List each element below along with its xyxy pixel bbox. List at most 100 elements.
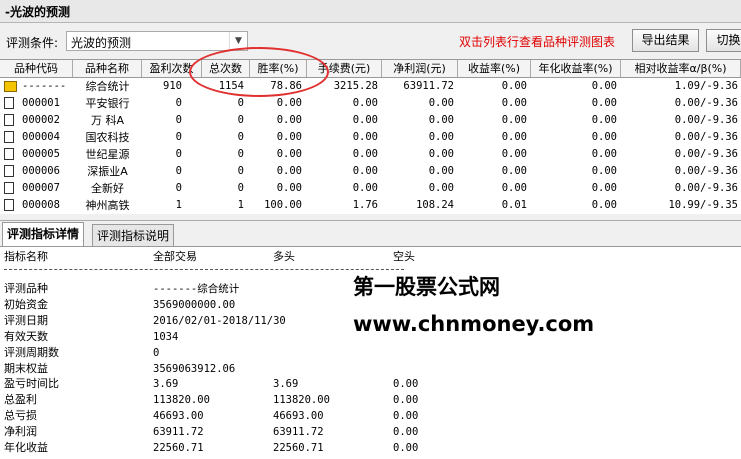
cell-total: 1 <box>237 199 244 211</box>
condition-label: 评测条件: <box>6 36 59 50</box>
detail-cell-name: 总亏损 <box>4 409 37 423</box>
table-row[interactable]: 000001 平安银行 0 0 0.00 0.00 0.00 0.00 0.00 0.00/-9.… <box>0 95 741 112</box>
table-row[interactable]: 000005 世纪星源 0 0 0.00 0.00 0.00 0.00 0.00 0.00/-9.… <box>0 146 741 163</box>
cell-annual: 0.00 <box>591 80 617 92</box>
condition-select[interactable]: 光波的预测 ▼ <box>66 31 248 51</box>
detail-cell-long: 46693.00 <box>273 410 324 423</box>
export-button[interactable]: 导出结果 <box>632 29 699 52</box>
detail-cell-all: 63911.72 <box>153 426 204 439</box>
cell-code: 000004 <box>22 131 60 143</box>
results-grid[interactable]: 品种代码 品种名称 盈利次数 总次数 胜率(%) 手续费(元) 净利润(元) 收… <box>0 59 741 214</box>
detail-cell-name: 初始资金 <box>4 297 48 311</box>
header-fee[interactable]: 手续费(元) <box>307 60 382 77</box>
cell-annual: 0.00 <box>591 97 617 109</box>
detail-cell-name: 净利润 <box>4 425 37 439</box>
cell-ret: 0.00 <box>501 80 527 92</box>
cell-rel: 10.99/-9.35 <box>668 199 738 211</box>
cell-fee: 0.00 <box>352 114 378 126</box>
cell-rel: 0.00/-9.36 <box>674 165 738 177</box>
cell-profit: 0.00 <box>428 131 454 143</box>
detail-header-all: 全部交易 <box>153 250 197 263</box>
cell-fee: 0.00 <box>352 182 378 194</box>
window-title: -光波的预测 <box>5 5 70 19</box>
cell-profit: 0.00 <box>428 165 454 177</box>
detail-cell-all: 3569063912.06 <box>153 362 236 375</box>
header-rate[interactable]: 胜率(%) <box>250 60 307 77</box>
cell-win: 0 <box>175 131 182 143</box>
cell-profit: 0.00 <box>428 148 454 160</box>
cell-code: 000002 <box>22 114 60 126</box>
detail-separator <box>4 269 404 270</box>
cell-rate: 0.00 <box>276 148 302 160</box>
cell-annual: 0.00 <box>591 131 617 143</box>
header-profit[interactable]: 净利润(元) <box>382 60 458 77</box>
header-relative[interactable]: 相对收益率α/β(%) <box>621 60 741 77</box>
cell-win: 0 <box>175 114 182 126</box>
summary-icon <box>4 81 17 92</box>
cell-total: 0 <box>237 165 244 177</box>
cell-code: ------- <box>22 80 67 92</box>
chevron-down-icon[interactable]: ▼ <box>229 32 247 50</box>
cell-rel: 0.00/-9.36 <box>674 114 738 126</box>
detail-cell-long: 63911.72 <box>273 426 324 439</box>
detail-cell-long: 3.69 <box>273 378 299 391</box>
table-row[interactable]: 000008 神州高铁 1 1 100.00 1.76 108.24 0.01 0.00 10.9… <box>0 197 741 214</box>
detail-cell-name: 评测周期数 <box>4 345 59 359</box>
cell-ret: 0.00 <box>501 182 527 194</box>
cell-rate: 0.00 <box>276 182 302 194</box>
detail-cell-all: 2016/02/01-2018/11/30 <box>153 314 286 327</box>
switch-button[interactable]: 切换 <box>706 29 741 52</box>
cell-name: 万 科A <box>90 114 125 127</box>
cell-rate: 0.00 <box>276 131 302 143</box>
cell-win: 0 <box>175 182 182 194</box>
detail-cell-short: 0.00 <box>393 378 419 391</box>
detail-cell-all: 3569000000.00 <box>153 298 236 311</box>
cell-fee: 3215.28 <box>333 80 378 92</box>
document-icon <box>4 165 14 177</box>
table-row[interactable]: ------- 综合统计 910 1154 78.86 3215.28 63911.72 0.… <box>0 78 741 95</box>
header-total[interactable]: 总次数 <box>202 60 250 77</box>
cell-name: 国农科技 <box>85 131 130 144</box>
header-win[interactable]: 盈利次数 <box>142 60 202 77</box>
detail-cell-all: 3.69 <box>153 378 179 391</box>
cell-win: 1 <box>175 199 182 211</box>
header-return[interactable]: 收益率(%) <box>458 60 531 77</box>
cell-annual: 0.00 <box>591 199 617 211</box>
table-row[interactable]: 000004 国农科技 0 0 0.00 0.00 0.00 0.00 0.00 0.00/-9.… <box>0 129 741 146</box>
detail-header-name: 指标名称 <box>4 250 48 263</box>
cell-name: 全新好 <box>91 182 124 195</box>
header-annual[interactable]: 年化收益率(%) <box>531 60 621 77</box>
detail-header-short: 空头 <box>393 250 415 263</box>
header-code[interactable]: 品种代码 <box>0 60 73 77</box>
cell-annual: 0.00 <box>591 165 617 177</box>
detail-header: 指标名称 全部交易 多头 空头 <box>0 249 741 265</box>
cell-win: 0 <box>175 165 182 177</box>
cell-rate: 0.00 <box>276 114 302 126</box>
cell-profit: 108.24 <box>416 199 454 211</box>
detail-row: 净利润 63911.72 63911.72 0.00 <box>0 424 741 440</box>
table-row[interactable]: 000006 深振业A 0 0 0.00 0.00 0.00 0.00 0.00 0.00/-9.… <box>0 163 741 180</box>
detail-row: 期末权益 3569063912.06 <box>0 361 741 377</box>
table-row[interactable]: 000007 全新好 0 0 0.00 0.00 0.00 0.00 0.00 0.00/-9.3… <box>0 180 741 197</box>
cell-code: 000005 <box>22 148 60 160</box>
tab-detail[interactable]: 评测指标详情 <box>2 222 85 247</box>
cell-profit: 0.00 <box>428 97 454 109</box>
detail-row: 总亏损 46693.00 46693.00 0.00 <box>0 408 741 424</box>
cell-ret: 0.01 <box>501 199 527 211</box>
cell-win: 910 <box>163 80 182 92</box>
watermark-url: www.chnmoney.com <box>353 312 595 336</box>
detail-row: 年化收益 22560.71 22560.71 0.00 <box>0 440 741 456</box>
detail-row: 盈亏时间比 3.69 3.69 0.00 <box>0 376 741 392</box>
cell-name: 平安银行 <box>85 97 130 110</box>
detail-cell-short: 0.00 <box>393 426 419 439</box>
table-row[interactable]: 000002 万 科A 0 0 0.00 0.00 0.00 0.00 0.00 0.00/-9.… <box>0 112 741 129</box>
cell-rate: 0.00 <box>276 165 302 177</box>
cell-rate: 100.00 <box>264 199 302 211</box>
cell-total: 0 <box>237 97 244 109</box>
cell-fee: 0.00 <box>352 165 378 177</box>
detail-cell-short: 0.00 <box>393 394 419 407</box>
cell-name: 世纪星源 <box>85 148 130 161</box>
cell-rate: 0.00 <box>276 97 302 109</box>
header-name[interactable]: 品种名称 <box>73 60 142 77</box>
tab-explanation[interactable]: 评测指标说明 <box>92 224 175 246</box>
